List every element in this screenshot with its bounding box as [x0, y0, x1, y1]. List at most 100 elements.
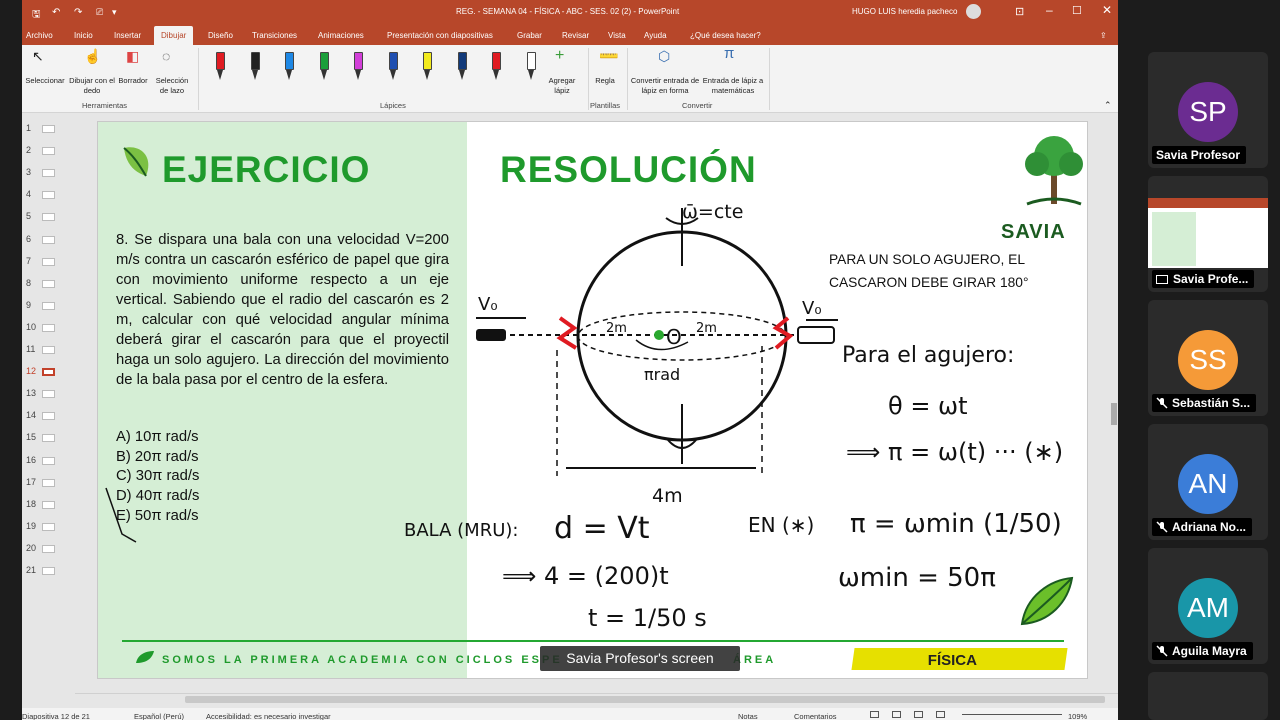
tab-presentacion[interactable]: Presentación con diapositivas: [387, 31, 493, 40]
save-icon[interactable]: 🖫: [32, 7, 41, 24]
slide-thumbnail[interactable]: 13: [26, 388, 55, 399]
presenter-icon[interactable]: ⎚: [96, 7, 103, 18]
pen-swatch[interactable]: [285, 52, 294, 82]
tab-ayuda[interactable]: Ayuda: [644, 31, 667, 40]
ink-to-math-icon[interactable]: π: [724, 46, 734, 61]
normal-view-icon[interactable]: [870, 711, 879, 718]
participant-tile[interactable]: AN Adriana No...: [1148, 424, 1268, 540]
pen-swatch[interactable]: [250, 52, 260, 82]
close-icon[interactable]: ✕: [1102, 3, 1112, 17]
pen-swatch[interactable]: [354, 52, 363, 82]
slide-thumbnail[interactable]: 9: [26, 300, 55, 310]
participant-tile[interactable]: SP Savia Profesor: [1148, 52, 1268, 168]
undo-icon[interactable]: ↶: [52, 7, 60, 18]
slide-thumbnail[interactable]: 20: [26, 543, 55, 553]
lasso-label[interactable]: Selección de lazo: [152, 76, 192, 96]
pen-body: [216, 52, 225, 70]
tab-animaciones[interactable]: Animaciones: [318, 31, 364, 40]
tab-diseno[interactable]: Diseño: [208, 31, 233, 40]
slide-thumbnail[interactable]: 18: [26, 499, 55, 509]
collapse-ribbon-icon[interactable]: ⌃: [1104, 100, 1112, 110]
slide-thumbnail[interactable]: 11: [26, 344, 55, 354]
reading-view-icon[interactable]: [914, 711, 923, 718]
sorter-view-icon[interactable]: [892, 711, 901, 718]
pen-swatch[interactable]: [423, 52, 432, 82]
zoom-slider[interactable]: [962, 714, 1062, 715]
finger-draw-label[interactable]: Dibujar con el dedo: [68, 76, 116, 96]
slide-thumbnail[interactable]: 10: [26, 322, 55, 332]
ruler-icon[interactable]: 📏: [597, 44, 621, 68]
ink-v0b: V₀: [802, 298, 822, 319]
comments-button[interactable]: Comentarios: [794, 712, 837, 720]
slide-thumbnail[interactable]: 2: [26, 145, 55, 156]
slide-thumbnail[interactable]: 17: [26, 477, 55, 487]
ink-to-shape-label[interactable]: Convertir entrada de lápiz en forma: [630, 76, 700, 96]
slide-thumbnail[interactable]: 5: [26, 211, 55, 222]
ink-d: d = Vt: [554, 511, 650, 546]
eraser-label[interactable]: Borrador: [115, 76, 151, 86]
minimize-icon[interactable]: –: [1046, 3, 1053, 17]
tab-revisar[interactable]: Revisar: [562, 31, 589, 40]
slide-canvas[interactable]: EJERCICIO RESOLUCIÓN 8. Se dispara una b…: [97, 121, 1088, 679]
slide-number: 12: [26, 366, 37, 377]
pen-swatch[interactable]: [457, 52, 467, 82]
select-icon[interactable]: ↖: [32, 49, 44, 63]
slide-thumbnail[interactable]: 16: [26, 455, 55, 465]
slide-thumbnail[interactable]: 15: [26, 432, 55, 443]
participant-tile-partial[interactable]: [1148, 672, 1268, 720]
slide-thumbnail[interactable]: 21: [26, 565, 55, 575]
tab-vista[interactable]: Vista: [608, 31, 626, 40]
notes-button[interactable]: Notas: [738, 712, 758, 720]
pen-tip: [424, 70, 430, 80]
ruler-label[interactable]: Regla: [590, 76, 620, 86]
add-pen-label[interactable]: Agregar lápiz: [542, 76, 582, 96]
tell-me-search[interactable]: ¿Qué desea hacer?: [690, 31, 761, 40]
eraser-icon[interactable]: ◧: [126, 49, 139, 63]
vertical-scrollbar[interactable]: [1110, 113, 1118, 693]
scroll-thumb[interactable]: [185, 696, 1105, 703]
share-icon[interactable]: ⇪: [1100, 31, 1107, 40]
ink-to-math-label[interactable]: Entrada de lápiz a matemáticas: [701, 76, 765, 96]
slide-thumbnail[interactable]: 7: [26, 256, 55, 266]
tab-transiciones[interactable]: Transiciones: [252, 31, 297, 40]
slide-thumbnail[interactable]: 19: [26, 521, 55, 531]
slideshow-icon[interactable]: [936, 711, 945, 718]
slide-thumbnail[interactable]: 14: [26, 410, 55, 421]
participant-tile[interactable]: AM Aguila Mayra: [1148, 548, 1268, 664]
tab-inicio[interactable]: Inicio: [74, 31, 93, 40]
ink-to-shape-icon[interactable]: ⬡: [658, 49, 670, 63]
scroll-thumb[interactable]: [1111, 403, 1117, 425]
slide-thumbnail[interactable]: 8: [26, 278, 55, 288]
participant-tile[interactable]: SS Sebastián S...: [1148, 300, 1268, 416]
maximize-icon[interactable]: ☐: [1072, 4, 1082, 17]
accessibility-status[interactable]: Accesibilidad: es necesario investigar: [206, 712, 331, 720]
muted-mic-icon: [1156, 645, 1168, 657]
slide-thumbnail[interactable]: 3: [26, 167, 55, 178]
add-pen-icon[interactable]: +: [555, 48, 564, 64]
tab-dibujar[interactable]: Dibujar: [154, 26, 194, 45]
slide-thumbnail[interactable]: 1: [26, 123, 55, 133]
pen-swatch[interactable]: [388, 52, 398, 82]
tab-archivo[interactable]: Archivo: [26, 31, 53, 40]
pen-swatch[interactable]: [526, 52, 536, 82]
pen-swatch[interactable]: [492, 52, 501, 82]
slide-thumbnail[interactable]: 6: [26, 234, 55, 244]
language-status[interactable]: Español (Perú): [134, 712, 184, 720]
participant-tile[interactable]: Savia Profe...: [1148, 176, 1268, 292]
user-avatar[interactable]: [966, 4, 981, 19]
horizontal-scrollbar[interactable]: [75, 693, 1118, 705]
finger-draw-icon[interactable]: ☝: [84, 49, 101, 63]
ribbon-display-icon[interactable]: ⊡: [1015, 5, 1024, 18]
redo-icon[interactable]: ↷: [74, 7, 82, 18]
user-name[interactable]: HUGO LUIS heredia pacheco: [852, 7, 957, 16]
zoom-level[interactable]: 109%: [1068, 712, 1087, 720]
select-tool-label[interactable]: Seleccionar: [24, 76, 66, 86]
pen-swatch[interactable]: [319, 52, 329, 82]
lasso-icon[interactable]: ◌: [162, 49, 170, 63]
tab-grabar[interactable]: Grabar: [517, 31, 542, 40]
tab-insertar[interactable]: Insertar: [114, 31, 141, 40]
slide-thumbnail[interactable]: 12: [26, 366, 55, 377]
customize-icon[interactable]: ▾: [112, 7, 117, 18]
pen-swatch[interactable]: [216, 52, 225, 82]
slide-thumbnail[interactable]: 4: [26, 189, 55, 200]
